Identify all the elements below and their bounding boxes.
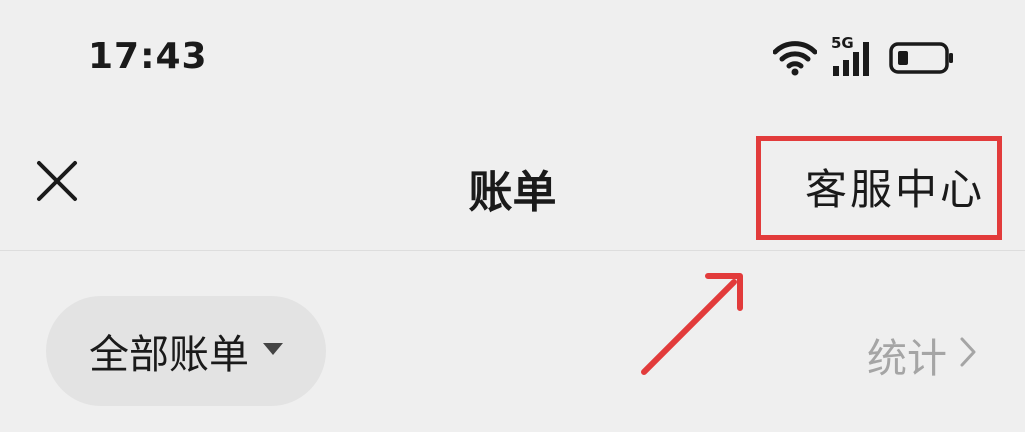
caret-down-icon: [263, 342, 283, 361]
nav-bar: 账单 客服中心: [0, 118, 1025, 251]
status-icons: 5G: [773, 34, 955, 78]
status-bar: 17:43 5G: [0, 0, 1025, 118]
wifi-icon: [773, 40, 817, 76]
chevron-right-icon: [959, 332, 977, 378]
battery-icon: [889, 41, 955, 75]
bill-filter-dropdown[interactable]: 全部账单: [46, 296, 326, 406]
stats-link[interactable]: 统计: [867, 326, 977, 384]
status-time: 17:43: [88, 36, 208, 77]
cellular-signal-icon: 5G: [831, 34, 875, 78]
customer-service-button[interactable]: 客服中心: [805, 156, 985, 217]
filter-selected-label: 全部账单: [89, 332, 249, 378]
stats-label: 统计: [867, 336, 947, 382]
